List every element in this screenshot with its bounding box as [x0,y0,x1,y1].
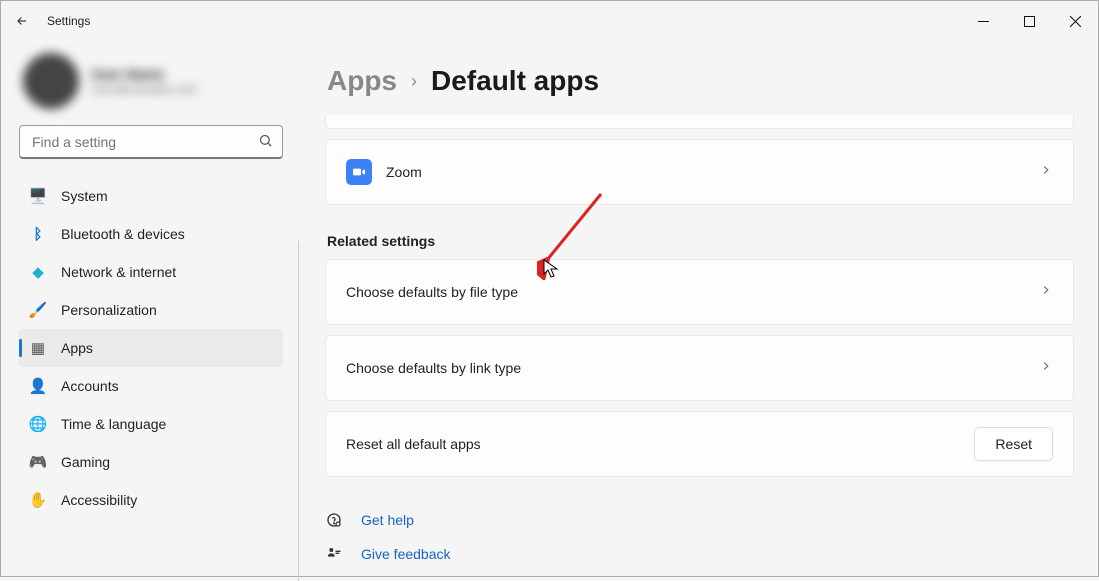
titlebar: Settings [1,1,1098,41]
search-box [19,125,283,159]
back-button[interactable] [1,14,43,28]
nav-label: Network & internet [61,264,176,280]
feedback-icon [325,546,343,562]
profile-block[interactable]: User Name user@example.com [19,41,283,119]
row-label: Reset all default apps [346,436,974,452]
nav-label: Time & language [61,416,166,432]
section-header-related: Related settings [325,215,1074,259]
display-icon: 🖥️ [29,187,47,205]
sidebar-scrollbar[interactable] [298,241,299,581]
zoom-icon [346,159,372,185]
nav-item-gaming[interactable]: 🎮 Gaming [19,443,283,481]
gamepad-icon: 🎮 [29,453,47,471]
help-links: Get help Give feedback [325,487,1074,571]
nav-item-time-language[interactable]: 🌐 Time & language [19,405,283,443]
profile-name: User Name [91,66,198,82]
chevron-right-icon [1039,359,1053,378]
nav-label: Accounts [61,378,119,394]
nav-list: 🖥️ System ᛒ Bluetooth & devices ◆ Network &… [19,177,283,519]
window-title: Settings [47,14,90,28]
page-title: Default apps [431,65,599,97]
breadcrumb: Apps › Default apps [325,41,1074,115]
nav-label: Bluetooth & devices [61,226,185,242]
nav-item-accessibility[interactable]: ✋ Accessibility [19,481,283,519]
brush-icon: 🖌️ [29,301,47,319]
nav-label: Gaming [61,454,110,470]
wifi-icon: ◆ [29,263,47,281]
close-button[interactable] [1052,1,1098,41]
row-label: Choose defaults by link type [346,360,1039,376]
avatar [23,53,79,109]
reset-button[interactable]: Reset [974,427,1053,461]
get-help-link[interactable]: Get help [361,512,414,528]
accessibility-icon: ✋ [29,491,47,509]
sidebar: User Name user@example.com 🖥️ System ᛒ Blu… [1,41,301,576]
maximize-button[interactable] [1006,1,1052,41]
nav-item-apps[interactable]: ▦ Apps [19,329,283,367]
help-icon [325,512,343,528]
minimize-button[interactable] [960,1,1006,41]
nav-item-bluetooth[interactable]: ᛒ Bluetooth & devices [19,215,283,253]
globe-icon: 🌐 [29,415,47,433]
nav-item-accounts[interactable]: 👤 Accounts [19,367,283,405]
nav-item-system[interactable]: 🖥️ System [19,177,283,215]
nav-label: System [61,188,108,204]
nav-label: Personalization [61,302,157,318]
search-input[interactable] [19,125,283,159]
app-row-partial[interactable] [325,115,1074,129]
chevron-right-icon: › [411,71,417,92]
row-reset-defaults: Reset all default apps Reset [325,411,1074,477]
app-row-zoom[interactable]: Zoom [325,139,1074,205]
row-label: Choose defaults by file type [346,284,1039,300]
app-row-label: Zoom [386,164,1039,180]
breadcrumb-parent[interactable]: Apps [327,65,397,97]
apps-icon: ▦ [29,339,47,357]
profile-email: user@example.com [91,82,198,96]
chevron-right-icon [1039,163,1053,182]
row-defaults-by-linktype[interactable]: Choose defaults by link type [325,335,1074,401]
bluetooth-icon: ᛒ [29,226,47,243]
give-feedback-link[interactable]: Give feedback [361,546,451,562]
chevron-right-icon [1039,283,1053,302]
nav-label: Accessibility [61,492,137,508]
search-icon [258,133,273,153]
main-content: Apps › Default apps Zoom Related setting… [301,41,1098,576]
row-defaults-by-filetype[interactable]: Choose defaults by file type [325,259,1074,325]
person-icon: 👤 [29,377,47,395]
nav-label: Apps [61,340,93,356]
nav-item-personalization[interactable]: 🖌️ Personalization [19,291,283,329]
nav-item-network[interactable]: ◆ Network & internet [19,253,283,291]
